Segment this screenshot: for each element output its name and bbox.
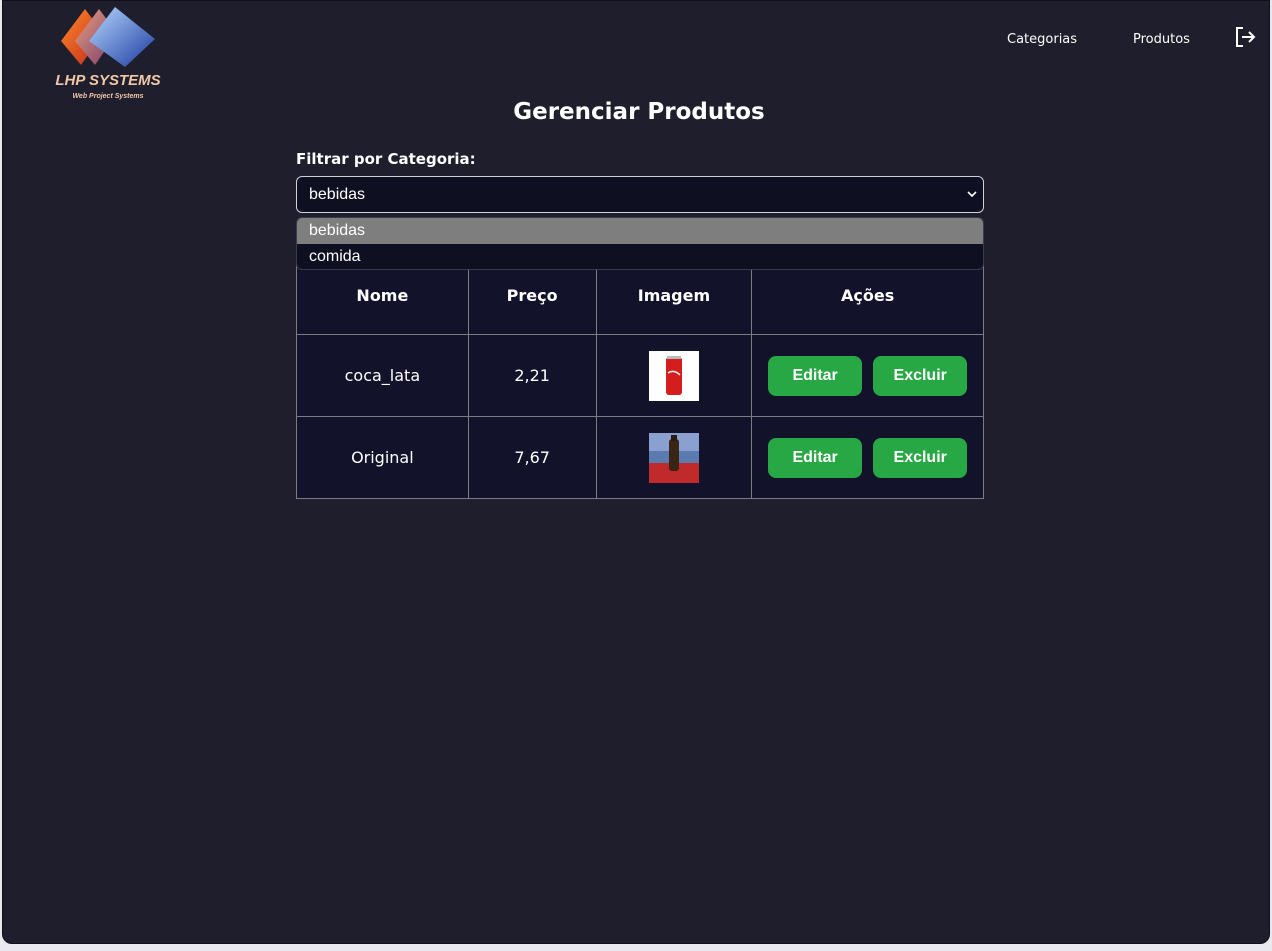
nav-categories-link[interactable]: Categorias bbox=[1007, 32, 1077, 47]
products-table: Nome Preço Imagem Ações coca_lata 2,21 E… bbox=[296, 256, 984, 499]
delete-button[interactable]: Excluir bbox=[873, 355, 968, 396]
product-name: coca_lata bbox=[296, 334, 469, 417]
product-name: Original bbox=[296, 416, 469, 499]
page-title: Gerenciar Produtos bbox=[513, 99, 765, 125]
brand-name: LHP SYSTEMS bbox=[55, 72, 160, 89]
product-actions: Editar Excluir bbox=[751, 416, 984, 499]
chevron-down-icon bbox=[967, 191, 977, 198]
table-row: Original 7,67 Editar Excluir bbox=[296, 416, 984, 499]
product-price: 2,21 bbox=[467, 334, 597, 417]
edit-button[interactable]: Editar bbox=[768, 437, 863, 478]
delete-button[interactable]: Excluir bbox=[873, 437, 968, 478]
category-option-comida[interactable]: comida bbox=[297, 244, 983, 269]
product-price: 7,67 bbox=[467, 416, 597, 499]
product-image-cell bbox=[595, 334, 753, 417]
app-window: LHP SYSTEMS Web Project Systems Categori… bbox=[2, 0, 1270, 944]
category-select[interactable]: bebidas bbox=[296, 176, 984, 213]
coca-can-thumbnail bbox=[648, 350, 699, 401]
table-row: coca_lata 2,21 Editar Excluir bbox=[296, 334, 984, 417]
product-image-cell bbox=[595, 416, 753, 499]
nav-products-link[interactable]: Produtos bbox=[1133, 32, 1190, 47]
filter-label: Filtrar por Categoria: bbox=[296, 150, 476, 168]
product-actions: Editar Excluir bbox=[751, 334, 984, 417]
edit-button[interactable]: Editar bbox=[768, 355, 863, 396]
lhp-systems-logo: LHP SYSTEMS Web Project Systems bbox=[55, 7, 161, 100]
bottle-photo-thumbnail bbox=[648, 432, 699, 483]
category-dropdown: bebidas comida bbox=[296, 217, 984, 270]
logout-icon[interactable] bbox=[1233, 25, 1257, 49]
category-option-bebidas[interactable]: bebidas bbox=[297, 218, 983, 244]
category-select-value: bebidas bbox=[309, 186, 366, 203]
